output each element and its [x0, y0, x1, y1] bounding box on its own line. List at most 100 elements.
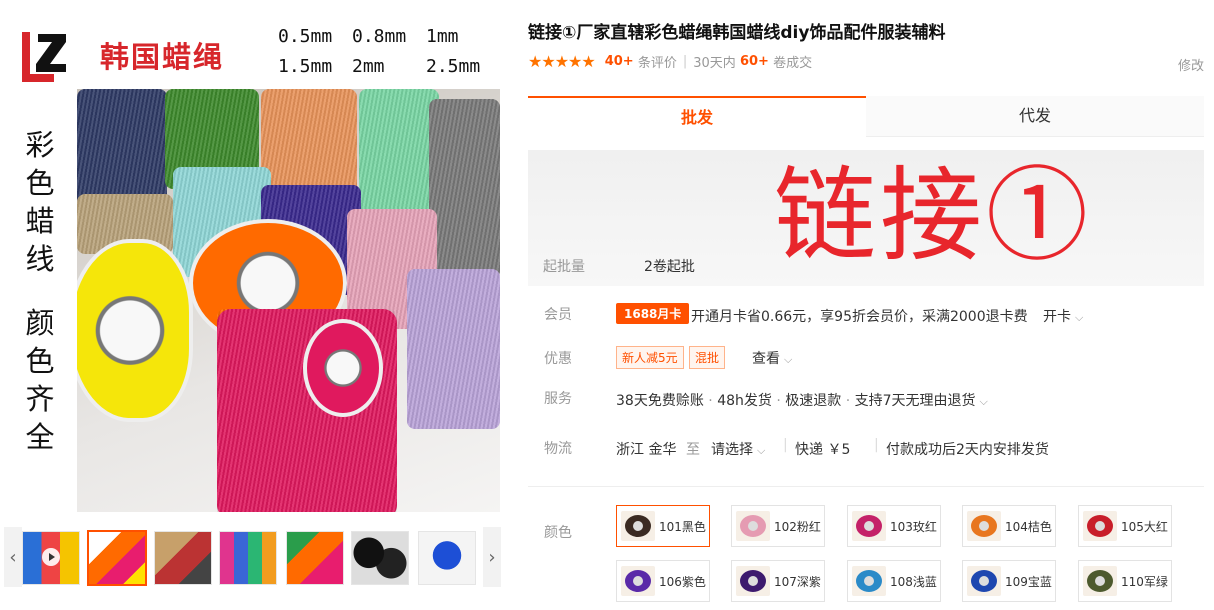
color-option-105[interactable]: 105大红: [1078, 505, 1172, 547]
banner-title: 韩国蜡绳: [100, 40, 225, 74]
thumbnail-image[interactable]: [351, 531, 409, 585]
thumbnail-image[interactable]: [154, 531, 212, 585]
view-discounts-button[interactable]: 查看 ⌵: [752, 348, 792, 368]
vertical-char: 蜡: [25, 204, 55, 238]
thumb-next-arrow-icon[interactable]: ›: [483, 527, 501, 587]
color-swatch-image: [967, 511, 1001, 541]
color-option-104[interactable]: 104桔色: [962, 505, 1056, 547]
divider-bar: |: [874, 437, 879, 453]
color-option-107[interactable]: 107深紫: [731, 560, 825, 602]
thumbnail-image[interactable]: [87, 530, 147, 586]
size-label: 0.5mm: [278, 26, 333, 47]
sales-count: 60+: [739, 54, 769, 69]
color-option-108[interactable]: 108浅蓝: [847, 560, 941, 602]
service-item: 38天免费赊账: [616, 393, 704, 409]
star-rating-icon: ★★★★★: [528, 52, 596, 71]
moq-value: 2卷起批: [644, 259, 695, 275]
size-list: 0.5mm 0.8mm 1mm 1.5mm 2mm 2.5mm: [278, 22, 500, 82]
vertical-char: 色: [25, 166, 55, 200]
vertical-char: 全: [25, 420, 55, 454]
spool-yellow: [77, 239, 193, 422]
size-label: 1mm: [426, 26, 459, 47]
price-box: 链接① 起批量 2卷起批: [528, 150, 1204, 286]
tab-wholesale[interactable]: 批发: [528, 96, 866, 138]
mixed-batch-tag[interactable]: 混批: [689, 346, 726, 369]
moq-label: 起批量: [543, 259, 585, 275]
color-swatch-image: [621, 511, 655, 541]
size-label: 2.5mm: [426, 56, 481, 77]
vertical-char: 齐: [25, 382, 55, 416]
color-option-103[interactable]: 103玫红: [847, 505, 941, 547]
size-label: 2mm: [352, 56, 385, 77]
vertical-char: 彩: [25, 128, 55, 162]
brand-logo: [22, 32, 66, 82]
destination-select[interactable]: 请选择 ⌵: [711, 439, 765, 459]
main-product-image[interactable]: 韩国蜡绳 0.5mm 0.8mm 1mm 1.5mm 2mm 2.5mm 彩 色 蜡 线…: [0, 0, 508, 522]
color-swatch-image: [852, 511, 886, 541]
reviews-label[interactable]: 条评价: [638, 52, 677, 71]
open-card-label: 开卡: [1043, 309, 1071, 325]
spool-gray: [429, 99, 500, 279]
color-swatch-image: [967, 566, 1001, 596]
vertical-char: 色: [25, 344, 55, 378]
color-option-label: 103玫红: [890, 519, 937, 534]
color-swatch-image: [1083, 566, 1117, 596]
member-label: 会员: [544, 307, 572, 323]
color-option-label: 102粉红: [774, 519, 821, 534]
thumb-prev-arrow-icon[interactable]: ‹: [4, 527, 22, 587]
service-label: 服务: [544, 391, 572, 407]
color-swatch-image: [1083, 511, 1117, 541]
spool-peach: [261, 89, 357, 199]
color-option-101[interactable]: 101黑色: [616, 505, 710, 547]
service-list[interactable]: 38天免费赊账 · 48h发货 · 极速退款 · 支持7天无理由退货 ⌵: [616, 390, 988, 410]
sales-label: 卷成交: [773, 56, 813, 71]
color-option-label: 104桔色: [1005, 519, 1052, 534]
link-number-overlay: 链接①: [774, 157, 1092, 276]
service-item: 48h发货: [717, 393, 772, 409]
edit-link[interactable]: 修改: [1178, 55, 1204, 74]
delivery-note: 付款成功后2天内安排发货: [886, 442, 1049, 458]
color-option-106[interactable]: 106紫色: [616, 560, 710, 602]
color-swatch-image: [736, 566, 770, 596]
new-user-coupon[interactable]: 新人减5元: [616, 346, 684, 369]
rating-row: ★★★★★ 40+ 条评价 | 30天内 60+ 卷成交: [528, 52, 813, 71]
reviews-count[interactable]: 40+: [605, 54, 634, 69]
thumbnail-image[interactable]: [286, 531, 344, 585]
play-icon: [42, 548, 60, 566]
discount-label: 优惠: [544, 351, 572, 367]
vertical-caption: 彩 色 蜡 线 颜 色 齐 全: [16, 126, 64, 456]
color-option-label: 109宝蓝: [1005, 574, 1052, 589]
color-option-110[interactable]: 110军绿: [1078, 560, 1172, 602]
color-option-label: 107深紫: [774, 574, 821, 589]
destination-value: 请选择: [711, 442, 753, 458]
section-divider: [528, 486, 1204, 487]
member-benefit-text: 开通月卡省0.66元，享95折会员价，采满2000退卡费: [691, 309, 1028, 325]
size-label: 1.5mm: [278, 56, 333, 77]
thumbnail-strip: ‹ ›: [0, 527, 508, 593]
open-card-button[interactable]: 开卡 ⌵: [1043, 306, 1083, 326]
service-item: 极速退款: [785, 393, 842, 409]
color-option-label: 105大红: [1121, 519, 1168, 534]
color-option-label: 106紫色: [659, 574, 706, 589]
size-label: 0.8mm: [352, 26, 407, 47]
sales-prefix: 30天内: [693, 56, 736, 71]
thumbnail-video[interactable]: [22, 531, 80, 585]
monthly-card-badge: 1688月卡: [616, 303, 690, 324]
color-label: 颜色: [544, 525, 572, 541]
product-photo: [77, 89, 500, 512]
color-option-102[interactable]: 102粉红: [731, 505, 825, 547]
thumbnail-image[interactable]: [418, 531, 476, 585]
chevron-down-icon: ⌵: [757, 444, 766, 457]
divider-bar: |: [783, 437, 788, 453]
thumbnail-image[interactable]: [219, 531, 277, 585]
spool-magenta-top: [303, 319, 383, 417]
tab-dropship[interactable]: 代发: [866, 96, 1204, 136]
purchase-mode-tabs: 批发 代发: [528, 96, 1204, 138]
color-swatch-image: [736, 511, 770, 541]
vertical-char: 颜: [25, 306, 55, 340]
logistics-label: 物流: [544, 441, 572, 457]
color-swatch-image: [621, 566, 655, 596]
color-option-109[interactable]: 109宝蓝: [962, 560, 1056, 602]
ship-origin: 浙江 金华: [616, 442, 677, 458]
view-discounts-label: 查看: [752, 351, 780, 367]
